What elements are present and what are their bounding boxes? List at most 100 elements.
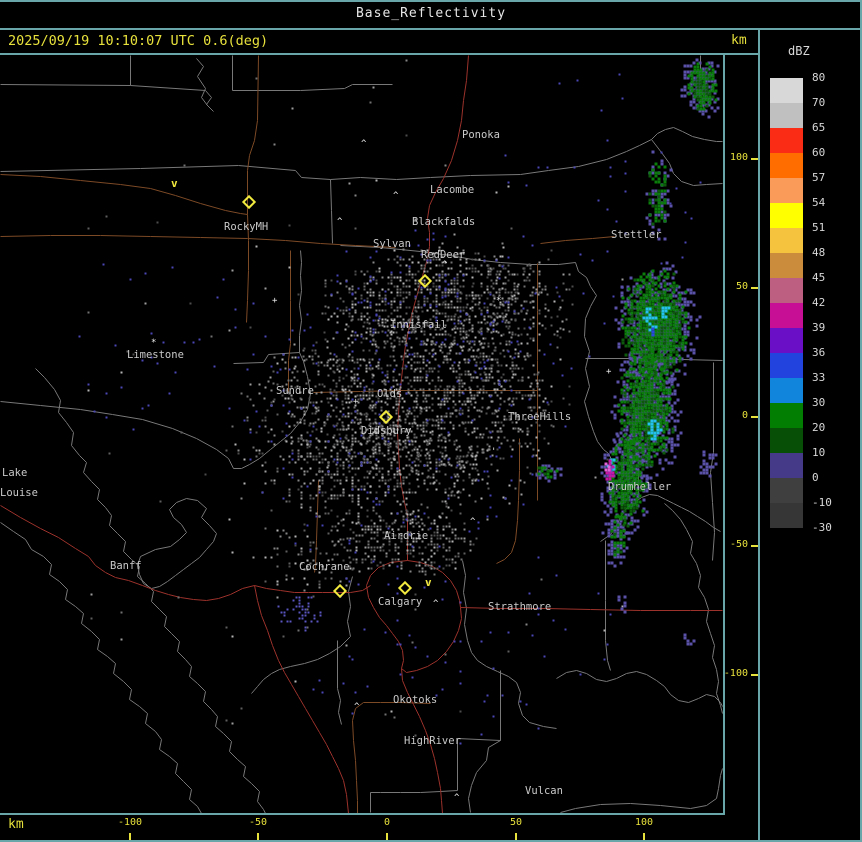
legend-band-label: 70 <box>812 96 825 109</box>
city-label: Vulcan <box>525 785 563 797</box>
city-label: Lake <box>2 467 27 479</box>
map-point-symbol: ^ <box>433 599 438 609</box>
legend-color-band <box>770 378 803 403</box>
legend-band-label: 51 <box>812 221 825 234</box>
legend-color-band <box>770 278 803 303</box>
city-label: Drumheller <box>608 481 671 493</box>
right-axis-tick-mark <box>751 158 758 160</box>
map-point-symbol: ^ <box>361 139 366 149</box>
legend-band-label: 42 <box>812 296 825 309</box>
legend-color-band <box>770 303 803 328</box>
city-label: Cochrane <box>299 561 350 573</box>
city-label: Okotoks <box>393 694 437 706</box>
legend-color-band <box>770 453 803 478</box>
legend-band-label: 45 <box>812 271 825 284</box>
bottom-axis-tick-label: 50 <box>494 817 538 828</box>
legend-color-band <box>770 478 803 503</box>
map-point-symbol: ' <box>491 447 496 457</box>
legend-band-label: 60 <box>812 146 825 159</box>
legend-color-band <box>770 203 803 228</box>
city-label: Lacombe <box>430 184 474 196</box>
city-label: Louise <box>0 487 38 499</box>
city-label: Banff <box>110 560 142 572</box>
city-label: Limestone <box>127 349 184 361</box>
legend-band-label: -10 <box>812 496 832 509</box>
city-label: ThreeHills <box>508 411 571 423</box>
map-bottom-border <box>0 813 725 815</box>
map-point-symbol: * <box>496 296 501 306</box>
city-label: Ponoka <box>462 129 500 141</box>
legend-band-label: 30 <box>812 396 825 409</box>
map-point-symbol: * <box>151 338 156 348</box>
legend-color-band <box>770 253 803 278</box>
right-axis-unit-label: km <box>731 33 747 48</box>
map-point-symbol: ^ <box>470 517 475 527</box>
legend-color-band <box>770 403 803 428</box>
scan-timestamp: 2025/09/19 10:10:07 UTC 0.6(deg) <box>8 33 268 49</box>
bottom-axis-tick-mark <box>129 833 131 840</box>
bottom-axis-tick-label: -50 <box>236 817 280 828</box>
city-label: Didsbury <box>361 425 412 437</box>
bottom-axis-tick-mark <box>515 833 517 840</box>
city-label: Strathmore <box>488 601 551 613</box>
city-label: Blackfalds <box>412 216 475 228</box>
right-axis-tick-label: -50 <box>706 539 748 550</box>
window-title: Base_Reflectivity <box>0 0 862 28</box>
map-point-symbol: + <box>353 397 358 407</box>
title-separator-line <box>0 28 862 30</box>
legend-band-label: 39 <box>812 321 825 334</box>
city-label: Olds <box>377 388 402 400</box>
legend-band-label: 10 <box>812 446 825 459</box>
legend-color-band <box>770 228 803 253</box>
legend-band-label: 48 <box>812 246 825 259</box>
bottom-axis-tick-mark <box>643 833 645 840</box>
city-label: Airdrie <box>384 530 428 542</box>
legend-unit-label: dBZ <box>788 44 838 58</box>
legend-color-band <box>770 103 803 128</box>
right-axis-tick-label: 50 <box>706 281 748 292</box>
map-point-symbol: ^ <box>393 191 398 201</box>
city-label: HighRiver <box>404 735 461 747</box>
bottom-axis-unit-label: km <box>8 817 24 832</box>
city-label: RockyMH <box>224 221 268 233</box>
right-axis-tick-label: 0 <box>706 410 748 421</box>
legend-band-label: 33 <box>812 371 825 384</box>
map-point-symbol: ^ <box>354 702 359 712</box>
right-axis-tick-label: -100 <box>706 668 748 679</box>
legend-color-band <box>770 153 803 178</box>
right-axis-tick-mark <box>751 674 758 676</box>
legend-color-band <box>770 503 803 528</box>
legend-color-band <box>770 428 803 453</box>
legend-band-label: 36 <box>812 346 825 359</box>
legend-color-band <box>770 178 803 203</box>
map-point-symbol: + <box>272 296 277 306</box>
station-v-marker: v <box>425 576 432 589</box>
frame-top-line <box>0 0 862 2</box>
bottom-axis-tick-mark <box>386 833 388 840</box>
legend-color-band <box>770 353 803 378</box>
city-label: Stettler <box>611 229 662 241</box>
right-axis-tick-label: 100 <box>706 152 748 163</box>
legend-band-label: 20 <box>812 421 825 434</box>
legend-band-label: -30 <box>812 521 832 534</box>
city-label: Innisfail <box>390 319 447 331</box>
station-v-marker: v <box>171 177 178 190</box>
bottom-axis-tick-label: -100 <box>108 817 152 828</box>
right-axis-tick-mark <box>751 287 758 289</box>
legend-band-label: 54 <box>812 196 825 209</box>
legend-color-band <box>770 328 803 353</box>
map-point-symbol: + <box>606 367 611 377</box>
map-right-border <box>723 55 725 813</box>
legend-separator-line <box>758 28 760 842</box>
bottom-axis-tick-label: 0 <box>365 817 409 828</box>
legend-color-band <box>770 78 803 103</box>
map-point-symbol: ^ <box>454 793 459 803</box>
bottom-axis-tick-label: 100 <box>622 817 666 828</box>
map-point-symbol: ^ <box>442 260 447 270</box>
legend-band-label: 65 <box>812 121 825 134</box>
city-label: Sundre <box>276 385 314 397</box>
city-label: Sylvan <box>373 238 411 250</box>
right-axis-tick-mark <box>751 416 758 418</box>
legend-color-band <box>770 128 803 153</box>
radar-viewer-window: { "title_bar": {"title": "Base_Reflectiv… <box>0 0 862 842</box>
